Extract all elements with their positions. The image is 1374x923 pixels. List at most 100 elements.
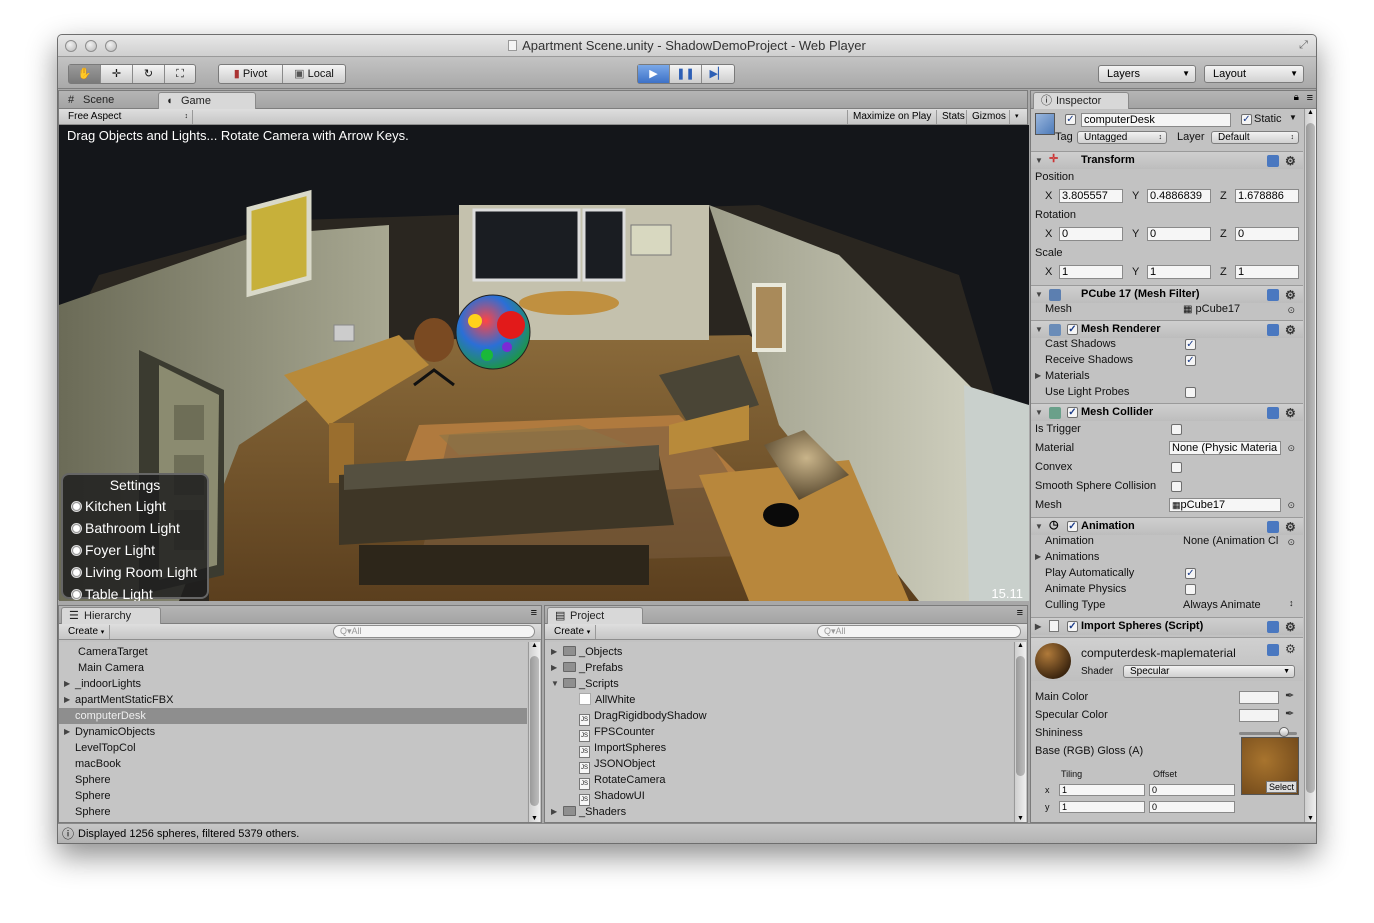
- hierarchy-item[interactable]: ▶ apartMentStaticFBX: [59, 692, 527, 708]
- collapse-arrow-icon[interactable]: ▼: [551, 676, 559, 692]
- hierarchy-item[interactable]: ▶ DynamicObjects: [59, 724, 527, 740]
- main-color-swatch[interactable]: [1239, 691, 1279, 704]
- project-scrollbar[interactable]: ▲ ▼: [1014, 642, 1026, 822]
- scroll-up-icon[interactable]: ▲: [531, 642, 538, 649]
- hierarchy-item[interactable]: CameraTarget: [59, 644, 527, 660]
- tab-inspector[interactable]: ⓘ Inspector: [1033, 92, 1129, 109]
- eyedropper-icon[interactable]: ✒: [1285, 707, 1294, 720]
- gear-icon[interactable]: ⚙: [1285, 519, 1296, 536]
- close-window-button[interactable]: [65, 40, 77, 52]
- mesh-value-field[interactable]: ▦ pCube17: [1183, 303, 1240, 315]
- project-item[interactable]: AllWhite: [545, 692, 1013, 708]
- scroll-thumb[interactable]: [1306, 123, 1315, 793]
- mesh-collider-header[interactable]: ▼ ✓ Mesh Collider ⚙: [1031, 403, 1303, 421]
- expand-arrow-icon[interactable]: ▶: [551, 804, 557, 820]
- step-icon[interactable]: ▶▏: [702, 65, 734, 83]
- tab-project[interactable]: ▤ Project: [547, 607, 643, 624]
- hierarchy-scrollbar[interactable]: ▲ ▼: [528, 642, 540, 822]
- animation-enabled-checkbox[interactable]: ✓: [1067, 521, 1078, 532]
- object-name-input[interactable]: computerDesk: [1081, 113, 1231, 127]
- animation-header[interactable]: ▼ ◷ ✓ Animation ⚙: [1031, 517, 1303, 535]
- aspect-dropdown[interactable]: Free Aspect ↕: [63, 110, 193, 124]
- gear-icon[interactable]: ⚙: [1285, 642, 1296, 656]
- living-room-light-radio[interactable]: Living Room Light: [63, 561, 207, 583]
- help-book-icon[interactable]: [1267, 521, 1279, 533]
- help-book-icon[interactable]: [1267, 324, 1279, 336]
- hierarchy-item[interactable]: ▶ _indoorLights: [59, 676, 527, 692]
- hierarchy-create-dropdown[interactable]: Create ▾: [63, 625, 111, 639]
- object-picker-icon[interactable]: ⊙: [1287, 500, 1295, 511]
- is-trigger-checkbox[interactable]: [1171, 424, 1182, 435]
- panel-menu-icon[interactable]: ≡: [1017, 607, 1023, 619]
- pivot-button[interactable]: ▮ Pivot: [219, 65, 283, 83]
- collider-mesh-field[interactable]: ▦pCube17: [1169, 498, 1281, 512]
- layers-dropdown[interactable]: Layers ▼: [1098, 65, 1196, 83]
- mesh-collider-enabled-checkbox[interactable]: ✓: [1067, 407, 1078, 418]
- rotation-y-field[interactable]: 0: [1147, 227, 1211, 241]
- static-dropdown-icon[interactable]: ▼: [1289, 113, 1297, 122]
- fullscreen-icon[interactable]: ⤢: [1297, 39, 1310, 52]
- gear-icon[interactable]: ⚙: [1285, 619, 1296, 636]
- gear-icon[interactable]: ⚙: [1285, 405, 1296, 422]
- game-viewport[interactable]: Drag Objects and Lights... Rotate Camera…: [59, 125, 1029, 601]
- zoom-window-button[interactable]: [105, 40, 117, 52]
- scroll-thumb[interactable]: [530, 656, 539, 806]
- scroll-thumb[interactable]: [1016, 656, 1025, 776]
- shininess-slider-knob[interactable]: [1279, 727, 1290, 737]
- expand-arrow-icon[interactable]: ▶: [551, 660, 557, 676]
- position-x-field[interactable]: 3.805557: [1059, 189, 1123, 203]
- hierarchy-item[interactable]: computerDesk: [59, 708, 527, 724]
- stats-toggle[interactable]: Stats: [936, 110, 970, 124]
- culling-type-dropdown[interactable]: Always Animate: [1183, 599, 1261, 611]
- play-automatically-checkbox[interactable]: ✓: [1185, 568, 1196, 579]
- inspector-scrollbar[interactable]: ▲ ▼: [1304, 109, 1316, 822]
- mesh-renderer-header[interactable]: ▼ ✓ Mesh Renderer ⚙: [1031, 320, 1303, 338]
- expand-arrow-icon[interactable]: ▶: [64, 692, 70, 708]
- project-item[interactable]: JS ImportSpheres: [545, 740, 1013, 758]
- hierarchy-item[interactable]: Sphere: [59, 772, 527, 788]
- help-book-icon[interactable]: [1267, 407, 1279, 419]
- project-item[interactable]: ▶ _Prefabs: [545, 660, 1013, 676]
- maximize-on-play-toggle[interactable]: Maximize on Play: [847, 110, 936, 124]
- shader-dropdown[interactable]: Specular ▼: [1123, 665, 1295, 678]
- help-book-icon[interactable]: [1267, 644, 1279, 656]
- hand-tool-icon[interactable]: ✋: [69, 65, 101, 83]
- local-button[interactable]: ▣ Local: [283, 65, 345, 83]
- convex-checkbox[interactable]: [1171, 462, 1182, 473]
- tiling-x-field[interactable]: 1: [1059, 784, 1145, 796]
- play-icon[interactable]: ▶: [638, 65, 670, 83]
- scroll-down-icon[interactable]: ▼: [1307, 815, 1314, 822]
- offset-y-field[interactable]: 0: [1149, 801, 1235, 813]
- foyer-light-radio[interactable]: Foyer Light: [63, 539, 207, 561]
- project-search-input[interactable]: Q▾All: [817, 625, 1021, 638]
- position-z-field[interactable]: 1.678886: [1235, 189, 1299, 203]
- offset-x-field[interactable]: 0: [1149, 784, 1235, 796]
- panel-menu-icon[interactable]: ≡: [1307, 92, 1313, 104]
- use-light-probes-checkbox[interactable]: [1185, 387, 1196, 398]
- tag-dropdown[interactable]: Untagged ↕: [1077, 131, 1167, 144]
- foldout-right-icon[interactable]: ▶: [1035, 552, 1041, 561]
- scroll-up-icon[interactable]: ▲: [1307, 109, 1314, 116]
- project-item[interactable]: JS DragRigidbodyShadow: [545, 708, 1013, 726]
- texture-select-button[interactable]: Select: [1265, 781, 1297, 793]
- project-item[interactable]: ▼ _Scripts: [545, 676, 1013, 692]
- gear-icon[interactable]: ⚙: [1285, 322, 1296, 339]
- cast-shadows-checkbox[interactable]: ✓: [1185, 339, 1196, 350]
- expand-arrow-icon[interactable]: ▶: [64, 724, 70, 740]
- project-item[interactable]: JS FPSCounter: [545, 724, 1013, 742]
- scale-z-field[interactable]: 1: [1235, 265, 1299, 279]
- project-item[interactable]: ▶ _Objects: [545, 644, 1013, 660]
- expand-arrow-icon[interactable]: ▶: [551, 644, 557, 660]
- tab-hierarchy[interactable]: ☰ Hierarchy: [61, 607, 161, 624]
- project-item[interactable]: JS JSONObject: [545, 756, 1013, 774]
- bathroom-light-radio[interactable]: Bathroom Light: [63, 517, 207, 539]
- mesh-filter-header[interactable]: ▼ PCube 17 (Mesh Filter) ⚙: [1031, 285, 1303, 303]
- minimize-window-button[interactable]: [85, 40, 97, 52]
- scale-y-field[interactable]: 1: [1147, 265, 1211, 279]
- tiling-y-field[interactable]: 1: [1059, 801, 1145, 813]
- mesh-renderer-enabled-checkbox[interactable]: ✓: [1067, 324, 1078, 335]
- pause-icon[interactable]: ❚❚: [670, 65, 702, 83]
- lock-icon[interactable]: 🔒︎: [1294, 92, 1299, 103]
- help-book-icon[interactable]: [1267, 289, 1279, 301]
- help-book-icon[interactable]: [1267, 621, 1279, 633]
